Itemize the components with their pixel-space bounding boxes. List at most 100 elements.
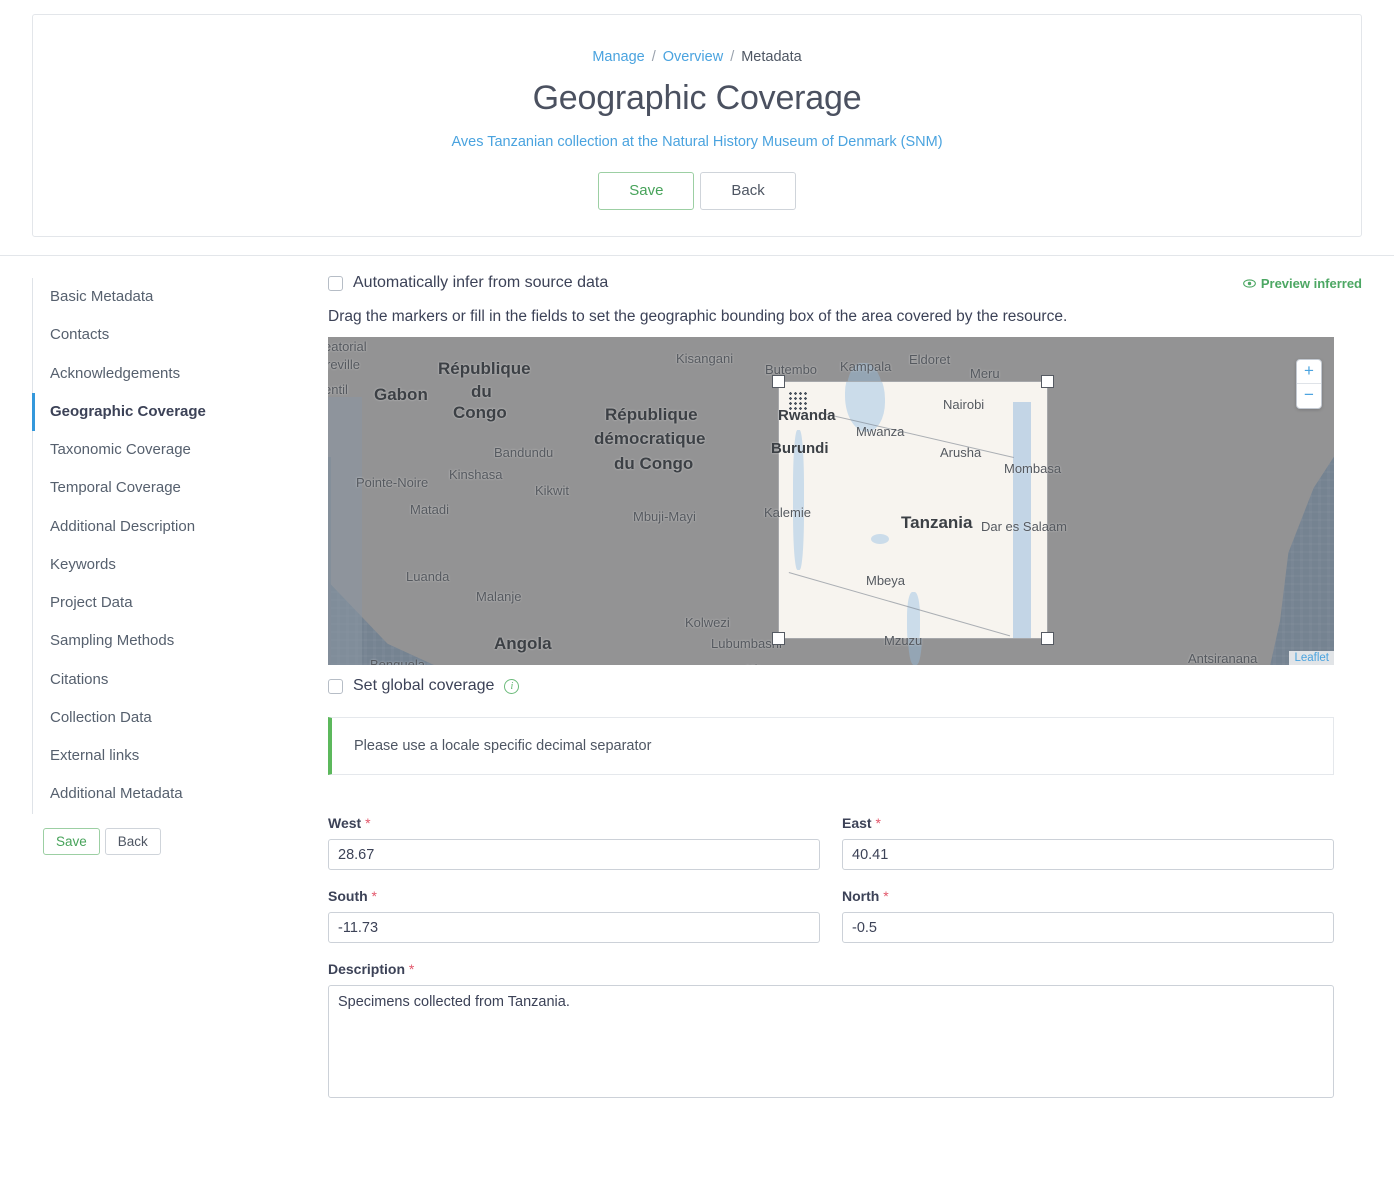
field-north: North *: [842, 888, 1334, 943]
sidebar-item-geographic-coverage[interactable]: Geographic Coverage: [33, 393, 314, 431]
sidebar-item-label: Citations: [50, 671, 108, 688]
breadcrumb-separator: /: [730, 49, 734, 65]
sidebar-item-label: Collection Data: [50, 709, 152, 726]
save-button[interactable]: Save: [598, 172, 694, 210]
map-city-label: Meru: [970, 366, 1000, 381]
east-label-text: East: [842, 815, 872, 831]
bbox-handle-se[interactable]: [1041, 632, 1054, 645]
north-label-text: North: [842, 888, 879, 904]
map-city-label: Kisangani: [676, 351, 733, 366]
sidebar-item-temporal-coverage[interactable]: Temporal Coverage: [33, 469, 314, 507]
infer-row: Automatically infer from source data Pre…: [328, 274, 1362, 292]
bbox-lake-malawi: [907, 592, 920, 638]
sidebar-item-collection-data[interactable]: Collection Data: [33, 699, 314, 737]
sidebar-save-button[interactable]: Save: [43, 828, 100, 855]
map-hint-text: Drag the markers or fill in the fields t…: [328, 308, 1362, 326]
map-country-label: du Congo: [614, 454, 693, 474]
sidebar-item-contacts[interactable]: Contacts: [33, 316, 314, 354]
map-city-label: Kampala: [840, 359, 891, 374]
auto-infer-label-text: Automatically infer from source data: [353, 274, 608, 292]
map-city-label: Kalemie: [764, 505, 811, 520]
sidebar-item-basic-metadata[interactable]: Basic Metadata: [33, 278, 314, 316]
required-marker: *: [409, 961, 414, 977]
field-west: West *: [328, 815, 820, 870]
map-country-label: Angola: [494, 634, 552, 654]
east-input[interactable]: [842, 839, 1334, 870]
south-label-text: South: [328, 888, 368, 904]
bbox-handle-nw[interactable]: [772, 375, 785, 388]
leaflet-attribution[interactable]: Leaflet: [1289, 651, 1334, 665]
bbox-handle-ne[interactable]: [1041, 375, 1054, 388]
sidebar-item-taxonomic-coverage[interactable]: Taxonomic Coverage: [33, 431, 314, 469]
sidebar-item-label: Sampling Methods: [50, 632, 174, 649]
bbox-drag-handle-icon[interactable]: [788, 391, 808, 411]
south-input[interactable]: [328, 912, 820, 943]
map-city-label: Nairobi: [943, 397, 984, 412]
description-textarea[interactable]: Specimens collected from Tanzania.: [328, 985, 1334, 1098]
page-header-card: Manage/Overview/Metadata Geographic Cove…: [32, 14, 1362, 237]
bbox-handle-sw[interactable]: [772, 632, 785, 645]
sidebar-back-button[interactable]: Back: [105, 828, 161, 855]
breadcrumb-item-manage[interactable]: Manage: [592, 49, 644, 65]
map-country-label: République: [438, 359, 531, 379]
sidebar-item-project-data[interactable]: Project Data: [33, 584, 314, 622]
bounding-box-form: West * East * South * North *: [328, 815, 1334, 1102]
main-content: Automatically infer from source data Pre…: [314, 274, 1362, 1120]
back-button[interactable]: Back: [700, 172, 795, 210]
sidebar-item-additional-metadata[interactable]: Additional Metadata: [33, 775, 314, 813]
zoom-out-button[interactable]: −: [1297, 384, 1321, 408]
map-country-label: Tanzania: [901, 513, 972, 533]
breadcrumb-item-metadata: Metadata: [741, 49, 801, 65]
map-city-label: Pointe-Noire: [356, 475, 428, 490]
map-coast-west: [328, 397, 362, 665]
sidebar-item-additional-description[interactable]: Additional Description: [33, 508, 314, 546]
required-marker: *: [365, 815, 370, 831]
map-city-label: Dar es Salaam: [981, 519, 1067, 534]
page-title: Geographic Coverage: [53, 79, 1341, 118]
map-country-label: République: [605, 405, 698, 425]
zoom-in-button[interactable]: +: [1297, 360, 1321, 384]
sidebar-item-acknowledgements[interactable]: Acknowledgements: [33, 355, 314, 393]
description-label: Description *: [328, 961, 1334, 977]
description-label-text: Description: [328, 961, 405, 977]
breadcrumb-item-overview[interactable]: Overview: [663, 49, 723, 65]
map-country-label: Burundi: [771, 440, 829, 457]
leaflet-map[interactable]: GabonRépubliqueduCongoRépubliquedémocrat…: [328, 337, 1334, 665]
map-city-label: Mzuzu: [884, 633, 922, 648]
west-input[interactable]: [328, 839, 820, 870]
auto-infer-checkbox[interactable]: [328, 276, 343, 291]
form-row-west-east: West * East *: [328, 815, 1334, 888]
map-city-label: Mbeya: [866, 573, 905, 588]
map-city-label: Kolwezi: [685, 615, 730, 630]
bbox-border-north: [819, 412, 1014, 458]
bbox-lake-small: [871, 534, 889, 544]
field-east: East *: [842, 815, 1334, 870]
map-city-label: Mbuji-Mayi: [633, 509, 696, 524]
sidebar-nav: Basic MetadataContactsAcknowledgementsGe…: [32, 278, 314, 814]
sidebar-item-sampling-methods[interactable]: Sampling Methods: [33, 622, 314, 660]
north-input[interactable]: [842, 912, 1334, 943]
west-label: West *: [328, 815, 820, 831]
dataset-subtitle[interactable]: Aves Tanzanian collection at the Natural…: [53, 134, 1341, 150]
info-icon[interactable]: i: [504, 679, 519, 694]
map-country-label: Gabon: [374, 385, 428, 405]
map-city-label: Mwanza: [856, 424, 904, 439]
sidebar-item-label: Additional Description: [50, 518, 195, 535]
map-city-label: Mombasa: [1004, 461, 1061, 476]
map-city-label: Eldoret: [909, 352, 950, 367]
sidebar-item-citations[interactable]: Citations: [33, 661, 314, 699]
global-coverage-checkbox[interactable]: [328, 679, 343, 694]
map-city-label: Malanje: [476, 589, 522, 604]
sidebar-item-label: Additional Metadata: [50, 785, 183, 802]
sidebar-item-keywords[interactable]: Keywords: [33, 546, 314, 584]
auto-infer-checkbox-label[interactable]: Automatically infer from source data: [328, 274, 608, 292]
map-country-label: démocratique: [594, 429, 705, 449]
field-south: South *: [328, 888, 820, 943]
map-city-label: Kinshasa: [449, 467, 502, 482]
map-city-label: Benguela: [370, 657, 425, 665]
sidebar-item-external-links[interactable]: External links: [33, 737, 314, 775]
map-zoom-controls[interactable]: + −: [1296, 359, 1322, 409]
map-city-label: Arusha: [940, 445, 981, 460]
preview-inferred-button[interactable]: Preview inferred: [1243, 276, 1362, 291]
map-city-label: eatorial: [328, 339, 367, 354]
